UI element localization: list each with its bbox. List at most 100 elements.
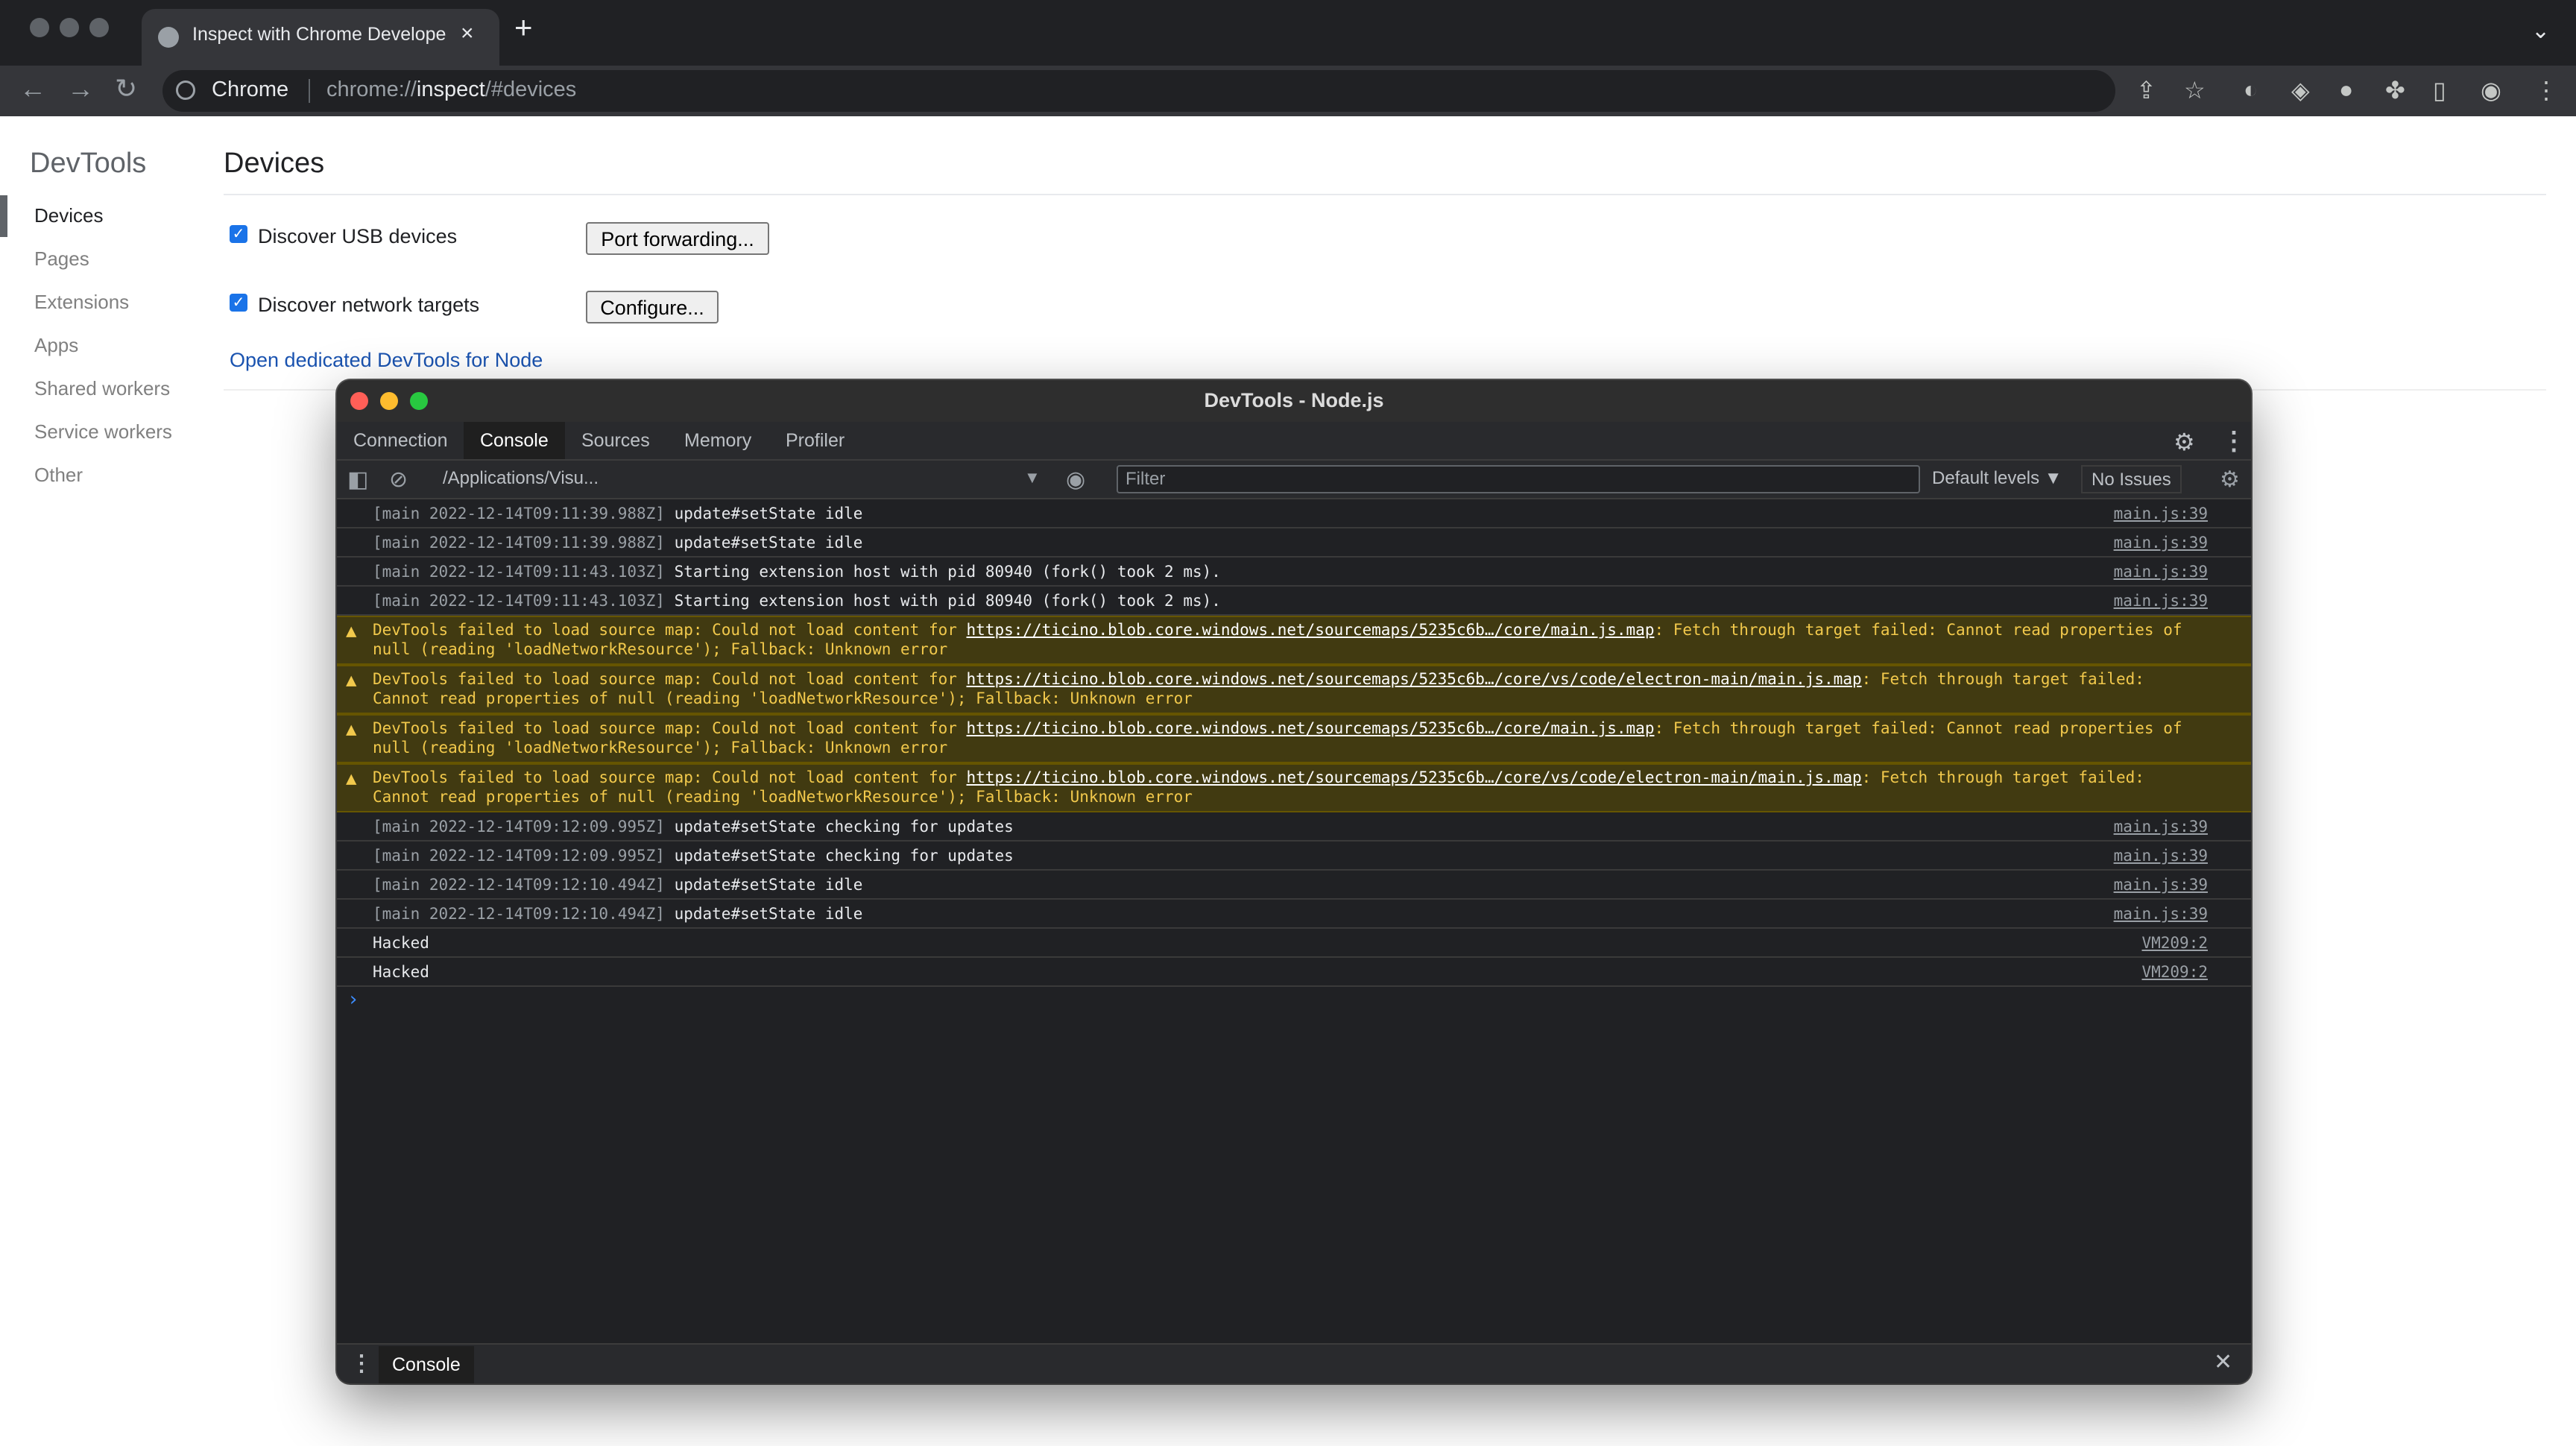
address-bar[interactable]: Chrome chrome://inspect/#devices bbox=[162, 70, 2115, 112]
tab-memory[interactable]: Memory bbox=[668, 422, 768, 459]
message-text: Starting extension host with pid 80940 (… bbox=[674, 563, 1221, 581]
browser-tab-inspect[interactable]: Inspect with Chrome Developer Tools × bbox=[142, 9, 499, 66]
tab-sources[interactable]: Sources bbox=[565, 422, 666, 459]
window-minimize-button[interactable] bbox=[60, 18, 79, 37]
message-text: update#setState checking for updates bbox=[674, 847, 1014, 865]
window-zoom-button[interactable] bbox=[89, 18, 109, 37]
message-source-link[interactable]: main.js:39 bbox=[2114, 592, 2208, 610]
console-message: [main 2022-12-14T09:11:43.103Z] Starting… bbox=[337, 587, 2251, 616]
share-icon[interactable]: ⇪ bbox=[2136, 76, 2156, 104]
devtools-panel-tabs: Connection Console Sources Memory Profil… bbox=[337, 422, 2251, 461]
sidebar-item-shared-workers[interactable]: Shared workers bbox=[34, 377, 170, 400]
discover-network-checkbox[interactable]: ✓ bbox=[230, 294, 247, 312]
message-text: Hacked bbox=[373, 963, 429, 981]
tab-close-icon[interactable]: × bbox=[461, 21, 474, 46]
sidebar-item-service-workers[interactable]: Service workers bbox=[34, 420, 172, 443]
sidebar-item-apps[interactable]: Apps bbox=[34, 334, 78, 357]
sourcemap-url-link[interactable]: https://ticino.blob.core.windows.net/sou… bbox=[967, 621, 1655, 639]
sidebar-item-devices[interactable]: Devices bbox=[34, 204, 103, 227]
console-message: [main 2022-12-14T09:11:43.103Z] Starting… bbox=[337, 558, 2251, 587]
context-dropdown-caret-icon[interactable]: ▼ bbox=[1024, 468, 1041, 487]
profile-avatar-icon[interactable]: ◉ bbox=[2481, 76, 2501, 104]
discover-usb-checkbox[interactable]: ✓ bbox=[230, 225, 247, 243]
sourcemap-url-link[interactable]: https://ticino.blob.core.windows.net/sou… bbox=[967, 768, 1862, 786]
tab-profiler[interactable]: Profiler bbox=[769, 422, 861, 459]
tab-console[interactable]: Console bbox=[464, 422, 565, 459]
message-source-link[interactable]: main.js:39 bbox=[2114, 505, 2208, 522]
clear-console-icon[interactable]: ⊘ bbox=[389, 467, 408, 493]
port-forwarding-button[interactable]: Port forwarding... bbox=[586, 222, 769, 255]
back-arrow-icon[interactable]: ← bbox=[19, 73, 46, 104]
active-nav-indicator bbox=[0, 195, 7, 237]
sidebar-item-other[interactable]: Other bbox=[34, 464, 83, 487]
warning-triangle-icon: ▲ bbox=[346, 669, 357, 690]
message-source-link[interactable]: main.js:39 bbox=[2114, 563, 2208, 581]
warning-triangle-icon: ▲ bbox=[346, 768, 357, 789]
message-text: update#setState idle bbox=[674, 876, 863, 894]
devtools-settings-gear-icon[interactable]: ⚙ bbox=[2174, 428, 2195, 456]
window-close-button[interactable] bbox=[30, 18, 49, 37]
extension-circle-icon[interactable]: ● bbox=[2339, 76, 2353, 104]
reload-icon[interactable]: ↻ bbox=[115, 73, 137, 104]
sidebar-item-pages[interactable]: Pages bbox=[34, 247, 89, 271]
console-message: [main 2022-12-14T09:12:10.494Z] update#s… bbox=[337, 871, 2251, 900]
page-title: Devices bbox=[224, 148, 325, 179]
prompt-chevron-icon: › bbox=[347, 988, 359, 1011]
tab-connection[interactable]: Connection bbox=[337, 422, 464, 459]
message-source-link[interactable]: VM209:2 bbox=[2141, 934, 2208, 952]
page-title-divider bbox=[224, 194, 2546, 195]
live-expression-eye-icon[interactable]: ◉ bbox=[1066, 467, 1085, 493]
devtools-drawer: ⋮ Console ✕ bbox=[337, 1343, 2251, 1383]
forward-arrow-icon[interactable]: → bbox=[67, 73, 94, 104]
chrome-site-icon bbox=[176, 80, 195, 100]
extension-shield-icon[interactable]: ◐ bbox=[2244, 76, 2258, 104]
message-source-link[interactable]: main.js:39 bbox=[2114, 818, 2208, 836]
message-timestamp: [main 2022-12-14T09:11:43.103Z] bbox=[373, 592, 665, 610]
show-sidebar-icon[interactable]: ◧ bbox=[347, 467, 368, 493]
url-host: inspect bbox=[416, 78, 485, 101]
message-source-link[interactable]: main.js:39 bbox=[2114, 847, 2208, 865]
message-timestamp: [main 2022-12-14T09:12:09.995Z] bbox=[373, 847, 665, 865]
console-message: [main 2022-12-14T09:12:09.995Z] update#s… bbox=[337, 812, 2251, 842]
sourcemap-url-link[interactable]: https://ticino.blob.core.windows.net/sou… bbox=[967, 719, 1655, 737]
console-warning: ▲ DevTools failed to load source map: Co… bbox=[337, 714, 2251, 763]
new-tab-button[interactable]: + bbox=[514, 12, 533, 43]
side-panel-icon[interactable]: ▯ bbox=[2433, 76, 2446, 104]
url-text[interactable]: chrome://inspect/#devices bbox=[326, 78, 576, 102]
configure-button[interactable]: Configure... bbox=[586, 291, 719, 323]
message-source-link[interactable]: main.js:39 bbox=[2114, 534, 2208, 552]
message-source-link[interactable]: main.js:39 bbox=[2114, 905, 2208, 923]
sidebar-title: DevTools bbox=[30, 148, 147, 179]
message-source-link[interactable]: main.js:39 bbox=[2114, 876, 2208, 894]
url-path: /#devices bbox=[484, 78, 577, 101]
console-warning: ▲ DevTools failed to load source map: Co… bbox=[337, 763, 2251, 812]
chrome-favicon-icon bbox=[158, 27, 179, 48]
drawer-menu-kebab-icon[interactable]: ⋮ bbox=[350, 1351, 373, 1377]
devtools-window: DevTools - Node.js Connection Console So… bbox=[337, 380, 2251, 1383]
browser-menu-kebab-icon[interactable]: ⋮ bbox=[2534, 76, 2558, 104]
console-prompt-input[interactable]: › bbox=[337, 987, 2251, 1012]
console-message: [main 2022-12-14T09:12:10.494Z] update#s… bbox=[337, 900, 2251, 929]
log-levels-dropdown[interactable]: Default levels ▼ bbox=[1932, 468, 2062, 489]
bookmark-star-icon[interactable]: ☆ bbox=[2184, 76, 2206, 104]
extension-badge-icon[interactable]: ◈ bbox=[2291, 76, 2310, 104]
console-warning: ▲ DevTools failed to load source map: Co… bbox=[337, 616, 2251, 665]
tab-search-chevron-icon[interactable]: ⌄ bbox=[2531, 18, 2550, 44]
drawer-tab-console[interactable]: Console bbox=[379, 1346, 474, 1383]
console-filter-input[interactable]: Filter bbox=[1117, 465, 1920, 493]
console-settings-gear-icon[interactable]: ⚙ bbox=[2220, 467, 2240, 493]
message-source-link[interactable]: VM209:2 bbox=[2141, 963, 2208, 981]
message-timestamp: [main 2022-12-14T09:12:10.494Z] bbox=[373, 905, 665, 923]
discover-network-label: Discover network targets bbox=[258, 294, 480, 316]
issues-counter[interactable]: No Issues bbox=[2081, 465, 2182, 493]
sidebar-item-extensions[interactable]: Extensions bbox=[34, 291, 129, 314]
sourcemap-url-link[interactable]: https://ticino.blob.core.windows.net/sou… bbox=[967, 670, 1862, 688]
console-message: [main 2022-12-14T09:11:39.988Z] update#s… bbox=[337, 499, 2251, 528]
warning-text: DevTools failed to load source map: Coul… bbox=[373, 670, 967, 688]
drawer-close-icon[interactable]: ✕ bbox=[2214, 1349, 2232, 1375]
devtools-menu-kebab-icon[interactable]: ⋮ bbox=[2221, 426, 2247, 456]
open-node-devtools-link[interactable]: Open dedicated DevTools for Node bbox=[230, 349, 543, 372]
extensions-puzzle-icon[interactable]: ✤ bbox=[2385, 76, 2405, 104]
console-warning: ▲ DevTools failed to load source map: Co… bbox=[337, 665, 2251, 714]
console-message: Hacked VM209:2 bbox=[337, 958, 2251, 987]
